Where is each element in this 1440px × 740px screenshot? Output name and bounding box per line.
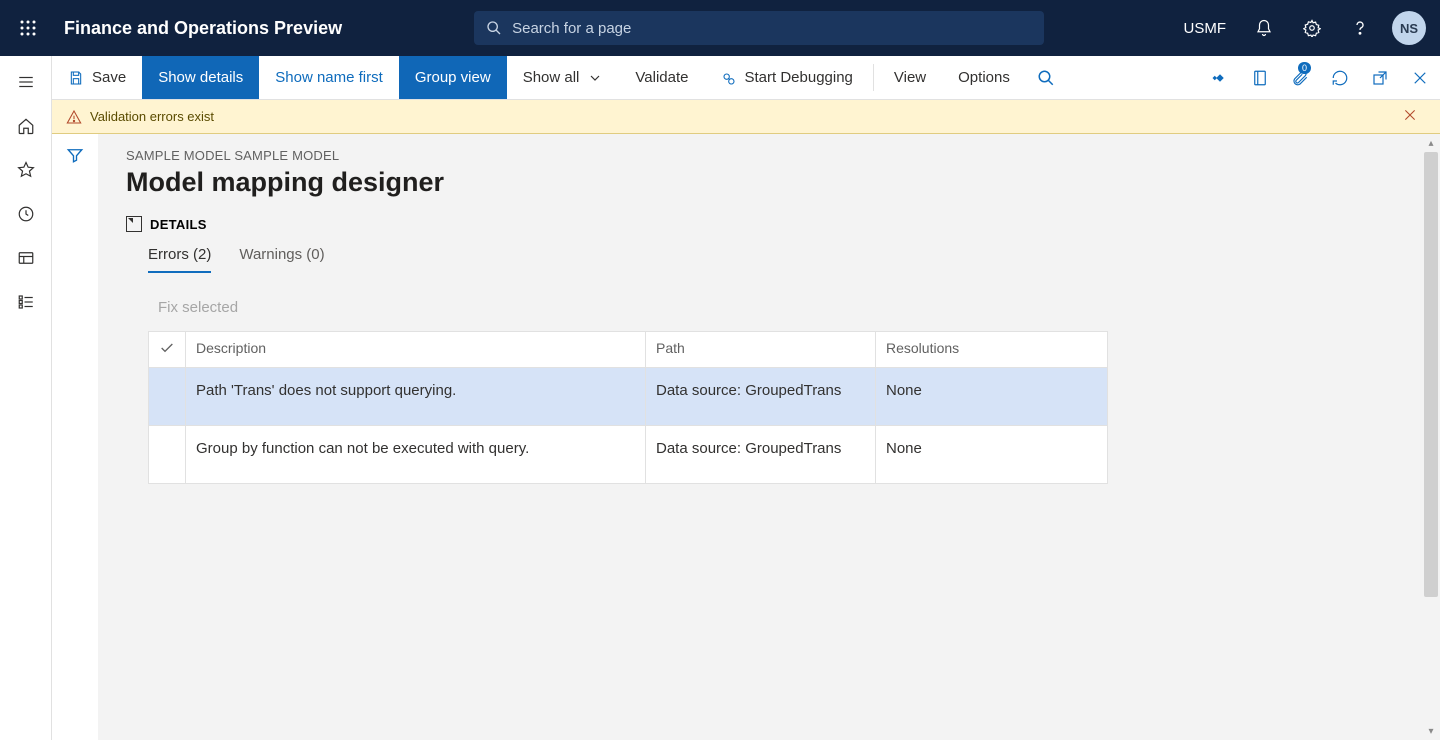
home-icon	[17, 117, 35, 135]
help-icon	[1351, 19, 1369, 37]
validate-button[interactable]: Validate	[619, 56, 704, 99]
view-menu[interactable]: View	[878, 56, 942, 99]
breadcrumb: SAMPLE MODEL SAMPLE MODEL	[126, 148, 1420, 163]
close-button[interactable]	[1400, 56, 1440, 100]
nav-workspaces[interactable]	[0, 236, 52, 280]
save-label: Save	[92, 69, 126, 86]
row-checkbox[interactable]	[149, 426, 186, 484]
page-title: Model mapping designer	[126, 167, 1420, 198]
validation-banner: Validation errors exist	[52, 100, 1440, 134]
nav-recent[interactable]	[0, 192, 52, 236]
cell-description: Group by function can not be executed wi…	[186, 426, 646, 484]
table-row[interactable]: Path 'Trans' does not support querying. …	[149, 368, 1108, 426]
tab-warnings[interactable]: Warnings (0)	[239, 246, 324, 273]
row-checkbox[interactable]	[149, 368, 186, 426]
scroll-track[interactable]	[1422, 152, 1440, 722]
tab-errors[interactable]: Errors (2)	[148, 246, 211, 273]
diamond-icon	[1211, 69, 1229, 87]
col-path[interactable]: Path	[646, 332, 876, 368]
close-icon	[1411, 69, 1429, 87]
details-collapse-toggle[interactable]	[126, 216, 142, 232]
left-rail	[0, 56, 52, 740]
group-view-button[interactable]: Group view	[399, 56, 507, 99]
warning-icon	[66, 109, 82, 125]
check-icon	[159, 340, 175, 356]
find-button[interactable]	[1026, 56, 1066, 100]
close-icon	[1402, 107, 1418, 123]
save-button[interactable]: Save	[52, 56, 142, 99]
cell-path: Data source: GroupedTrans	[646, 368, 876, 426]
help-button[interactable]	[1338, 0, 1382, 56]
start-debugging-button[interactable]: Start Debugging	[704, 56, 868, 99]
search-icon	[486, 20, 502, 36]
star-icon	[17, 161, 35, 179]
refresh-button[interactable]	[1320, 56, 1360, 100]
search-placeholder: Search for a page	[512, 20, 631, 37]
popout-button[interactable]	[1360, 56, 1400, 100]
cell-resolutions: None	[876, 426, 1108, 484]
nav-home[interactable]	[0, 104, 52, 148]
scroll-down-button[interactable]: ▾	[1422, 722, 1440, 740]
chevron-down-icon	[587, 70, 603, 86]
app-header: Finance and Operations Preview Search fo…	[0, 0, 1440, 56]
banner-close-button[interactable]	[1402, 107, 1426, 126]
hamburger-icon	[17, 73, 35, 91]
company-picker[interactable]: USMF	[1172, 20, 1239, 37]
clock-icon	[17, 205, 35, 223]
popout-icon	[1371, 69, 1389, 87]
user-avatar[interactable]: NS	[1392, 11, 1426, 45]
show-name-first-button[interactable]: Show name first	[259, 56, 399, 99]
col-description[interactable]: Description	[186, 332, 646, 368]
select-all-checkbox[interactable]	[149, 332, 186, 368]
global-search[interactable]: Search for a page	[474, 11, 1044, 45]
show-details-button[interactable]: Show details	[142, 56, 259, 99]
attachments-badge: 0	[1298, 62, 1311, 74]
errors-grid: Description Path Resolutions Path 'Trans…	[148, 331, 1108, 484]
nav-menu-button[interactable]	[0, 60, 52, 104]
cell-description: Path 'Trans' does not support querying.	[186, 368, 646, 426]
separator	[873, 64, 874, 91]
show-all-dropdown[interactable]: Show all	[507, 56, 620, 99]
filter-pane-toggle[interactable]	[52, 134, 98, 740]
search-icon	[1037, 69, 1055, 87]
scroll-thumb[interactable]	[1424, 152, 1438, 597]
save-icon	[68, 70, 84, 86]
bell-icon	[1255, 19, 1273, 37]
nav-modules[interactable]	[0, 280, 52, 324]
app-title: Finance and Operations Preview	[64, 18, 342, 39]
vertical-scrollbar[interactable]: ▴ ▾	[1422, 134, 1440, 740]
notifications-button[interactable]	[1242, 0, 1286, 56]
waffle-icon	[19, 19, 37, 37]
personalize-button[interactable]	[1200, 56, 1240, 100]
settings-button[interactable]	[1290, 0, 1334, 56]
banner-text: Validation errors exist	[90, 109, 214, 124]
options-menu[interactable]: Options	[942, 56, 1026, 99]
refresh-icon	[1331, 69, 1349, 87]
debug-icon	[720, 70, 736, 86]
fix-selected-button[interactable]: Fix selected	[158, 299, 238, 316]
action-toolbar: Save Show details Show name first Group …	[52, 56, 1440, 100]
details-tabs: Errors (2) Warnings (0)	[126, 246, 1420, 273]
cell-resolutions: None	[876, 368, 1108, 426]
details-label: DETAILS	[150, 217, 207, 232]
app-launcher-button[interactable]	[0, 19, 56, 37]
office-icon	[1251, 69, 1269, 87]
attachments-button[interactable]: 0	[1280, 56, 1320, 100]
modules-icon	[17, 293, 35, 311]
workspace-icon	[17, 249, 35, 267]
col-resolutions[interactable]: Resolutions	[876, 332, 1108, 368]
table-row[interactable]: Group by function can not be executed wi…	[149, 426, 1108, 484]
open-office-button[interactable]	[1240, 56, 1280, 100]
scroll-up-button[interactable]: ▴	[1422, 134, 1440, 152]
filter-icon	[66, 146, 84, 164]
nav-favorites[interactable]	[0, 148, 52, 192]
cell-path: Data source: GroupedTrans	[646, 426, 876, 484]
gear-icon	[1303, 19, 1321, 37]
